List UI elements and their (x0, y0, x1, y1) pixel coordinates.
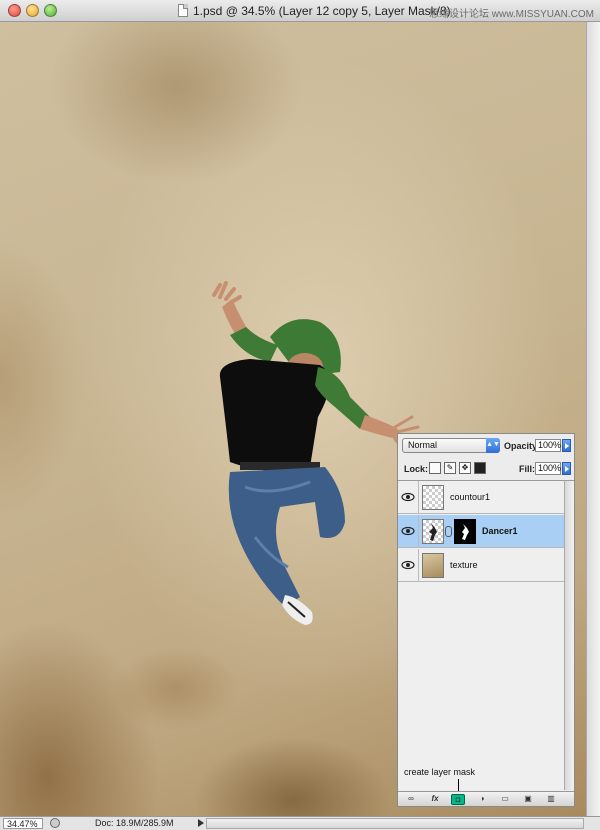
select-arrows-icon: ▲▼ (486, 438, 500, 453)
dancer-silhouette-icon (429, 523, 437, 541)
lock-transparent-pixels-icon[interactable] (429, 462, 441, 474)
status-menu-arrow-icon[interactable] (198, 819, 204, 827)
visibility-eye-icon[interactable] (401, 524, 415, 538)
layers-toolbar: ∞ fx ◘ ◑ ▭ ▣ ▥ (398, 791, 574, 806)
mask-silhouette-icon (462, 524, 469, 540)
layers-list: countour1 Dancer1 texture (398, 480, 564, 790)
visibility-eye-icon[interactable] (401, 558, 415, 572)
title-bar[interactable]: 1.psd @ 34.5% (Layer 12 copy 5, Layer Ma… (0, 0, 600, 22)
fill-label: Fill: (519, 464, 535, 474)
lock-all-icon[interactable] (474, 462, 486, 474)
layers-panel: Normal ▲▼ Opacity: 100% Lock: ✎ ✥ Fill: … (397, 433, 575, 807)
blend-mode-value: Normal (408, 440, 438, 450)
fx-icon[interactable]: fx (428, 794, 442, 805)
divider (418, 481, 419, 514)
create-layer-mask-callout: create layer mask (404, 767, 476, 777)
photoshop-window: 1.psd @ 34.5% (Layer 12 copy 5, Layer Ma… (0, 0, 600, 830)
layer-name[interactable]: countour1 (450, 492, 490, 502)
fill-slider-button[interactable] (562, 462, 571, 475)
close-window-button[interactable] (8, 4, 21, 17)
opacity-input[interactable]: 100% (535, 439, 561, 452)
divider (418, 549, 419, 582)
divider (418, 515, 419, 548)
opacity-slider-button[interactable] (562, 439, 571, 452)
new-layer-icon[interactable]: ▣ (521, 794, 535, 805)
horizontal-scrollbar[interactable] (206, 818, 584, 829)
layer-thumbnail[interactable] (422, 519, 444, 544)
minimize-window-button[interactable] (26, 4, 39, 17)
status-bar: 34.47% Doc: 18.9M/285.9M (0, 816, 600, 830)
layer-row-texture[interactable]: texture (398, 549, 564, 582)
layer-name[interactable]: Dancer1 (482, 526, 518, 536)
window-title: 1.psd @ 34.5% (Layer 12 copy 5, Layer Ma… (193, 4, 451, 18)
watermark-text: 思缘设计论坛 www.MISSYUAN.COM (428, 9, 594, 20)
status-icon[interactable] (50, 818, 60, 828)
zoom-level-field[interactable]: 34.47% (3, 818, 43, 829)
document-icon (178, 4, 188, 17)
layer-thumbnail[interactable] (422, 485, 444, 510)
link-icon[interactable]: ∞ (404, 794, 418, 805)
layer-mask-thumbnail[interactable] (454, 519, 476, 544)
adjustment-layer-icon[interactable]: ◑ (475, 794, 489, 805)
mask-link-chain-icon[interactable] (445, 526, 452, 537)
lock-image-pixels-icon[interactable]: ✎ (444, 462, 456, 474)
layer-name[interactable]: texture (450, 560, 478, 570)
layer-row-countour1[interactable]: countour1 (398, 481, 564, 514)
layers-scrollbar[interactable] (564, 480, 574, 790)
vertical-scrollbar[interactable] (586, 22, 600, 816)
blend-mode-select[interactable]: Normal ▲▼ (402, 438, 500, 453)
layer-row-dancer1[interactable]: Dancer1 (398, 515, 564, 548)
lock-position-icon[interactable]: ✥ (459, 462, 471, 474)
lock-label: Lock: (404, 464, 429, 474)
document-size: Doc: 18.9M/285.9M (95, 818, 174, 828)
layer-thumbnail[interactable] (422, 553, 444, 578)
trash-icon[interactable]: ▥ (544, 794, 558, 805)
visibility-eye-icon[interactable] (401, 490, 415, 504)
zoom-window-button[interactable] (44, 4, 57, 17)
group-folder-icon[interactable]: ▭ (498, 794, 512, 805)
layer-mask-icon[interactable]: ◘ (451, 794, 465, 805)
fill-input[interactable]: 100% (535, 462, 561, 475)
